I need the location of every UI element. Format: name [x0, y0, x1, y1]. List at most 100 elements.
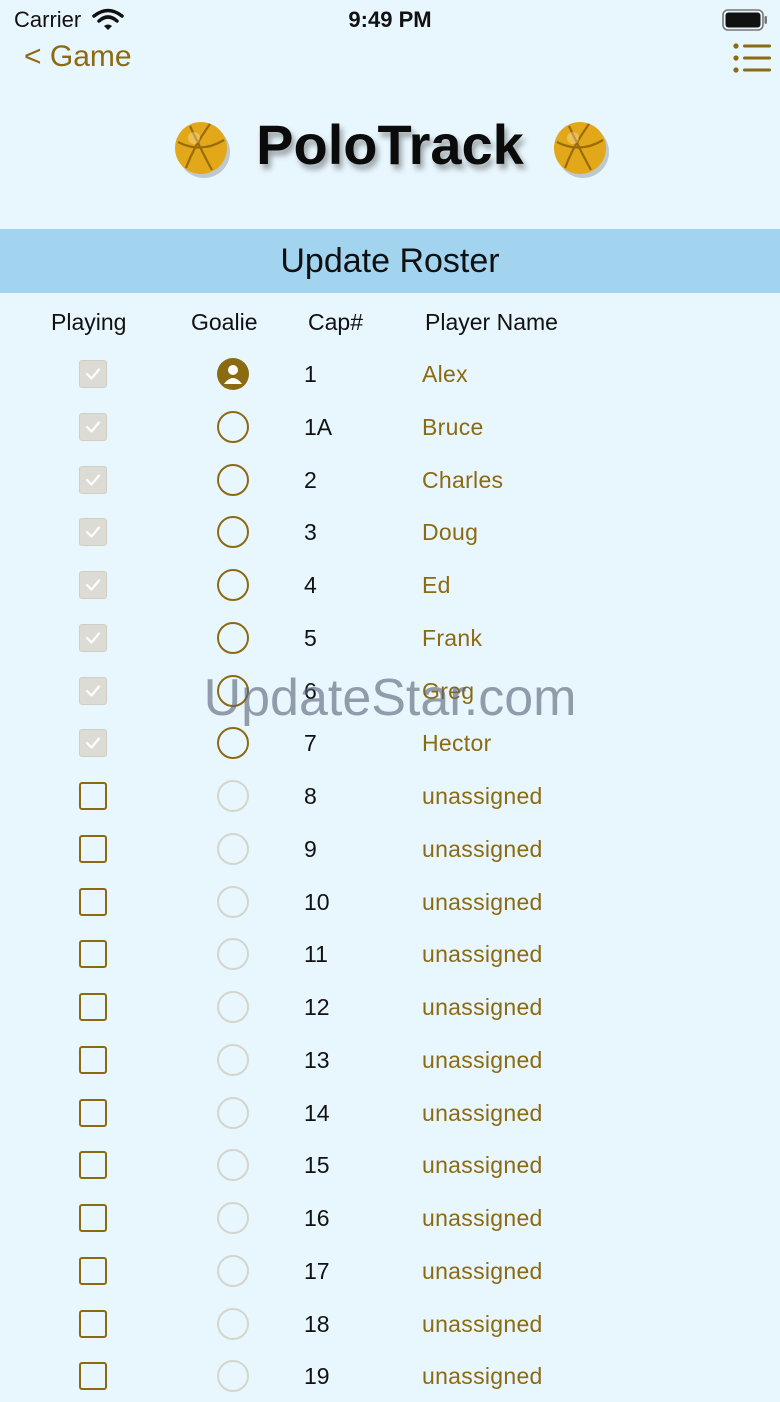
player-name[interactable]: Ed: [422, 572, 451, 599]
cap-number: 2: [304, 466, 317, 493]
list-icon[interactable]: [732, 42, 772, 79]
column-header-player-name: Player Name: [425, 309, 558, 335]
cap-number: 15: [304, 1152, 330, 1179]
goalie-radio[interactable]: [217, 569, 249, 601]
player-name[interactable]: Hector: [422, 730, 492, 757]
playing-checkbox[interactable]: [79, 1045, 107, 1074]
goalie-radio[interactable]: [217, 674, 249, 707]
goalie-radio[interactable]: [217, 938, 249, 971]
cap-number: 19: [304, 1363, 330, 1390]
playing-checkbox[interactable]: [79, 1362, 107, 1391]
goalie-radio[interactable]: [217, 727, 249, 760]
water-polo-ball-icon: [551, 118, 611, 183]
playing-checkbox[interactable]: [79, 676, 107, 705]
cap-number: 14: [304, 1099, 330, 1126]
goalie-radio[interactable]: [217, 516, 249, 549]
player-name[interactable]: unassigned: [422, 1100, 543, 1127]
player-name[interactable]: unassigned: [422, 1363, 543, 1390]
playing-checkbox[interactable]: [79, 782, 107, 810]
playing-checkbox[interactable]: [79, 729, 107, 758]
playing-checkbox[interactable]: [79, 465, 107, 494]
playing-checkbox[interactable]: [79, 1151, 107, 1180]
roster-row: 16 unassigned: [0, 1192, 780, 1244]
goalie-radio[interactable]: [217, 991, 249, 1023]
player-name[interactable]: Greg: [422, 678, 474, 705]
playing-checkbox[interactable]: [79, 1256, 107, 1285]
goalie-radio[interactable]: [217, 463, 249, 496]
cap-number: 11: [304, 941, 328, 968]
cap-number: 17: [304, 1257, 330, 1284]
section-header: Update Roster: [0, 229, 780, 293]
goalie-radio[interactable]: [217, 1307, 249, 1340]
goalie-radio[interactable]: [217, 1096, 249, 1129]
player-name[interactable]: unassigned: [422, 1311, 543, 1338]
goalie-radio[interactable]: [217, 1360, 249, 1393]
player-name[interactable]: unassigned: [422, 1152, 543, 1179]
playing-checkbox[interactable]: [79, 360, 107, 388]
player-name[interactable]: Bruce: [422, 414, 484, 441]
battery-icon: [722, 9, 768, 36]
player-name[interactable]: Alex: [422, 361, 468, 388]
goalie-radio[interactable]: [217, 885, 249, 918]
cap-number: 10: [304, 888, 330, 915]
roster-row: 14 unassigned: [0, 1087, 780, 1139]
roster-row: 11 unassigned: [0, 928, 780, 980]
player-name[interactable]: unassigned: [422, 1047, 543, 1074]
roster-row: 7 Hector: [0, 717, 780, 769]
status-bar: Carrier 9:49 PM: [0, 0, 780, 40]
cap-number: 12: [304, 994, 330, 1020]
cap-number: 8: [304, 783, 317, 809]
goalie-radio[interactable]: [217, 621, 249, 654]
cap-number: 5: [304, 624, 317, 651]
playing-checkbox[interactable]: [79, 623, 107, 652]
back-to-game-button[interactable]: < Game: [24, 40, 132, 74]
playing-checkbox[interactable]: [79, 571, 107, 599]
player-name[interactable]: Doug: [422, 519, 478, 546]
playing-checkbox[interactable]: [79, 518, 107, 547]
cap-number: 7: [304, 730, 317, 757]
goalie-radio[interactable]: [217, 1149, 249, 1182]
roster-row: 17 unassigned: [0, 1245, 780, 1297]
player-name[interactable]: Frank: [422, 625, 482, 652]
player-name[interactable]: Charles: [422, 467, 503, 494]
player-name[interactable]: unassigned: [422, 994, 543, 1021]
goalie-radio[interactable]: [217, 1043, 249, 1076]
cap-number: 9: [304, 835, 317, 862]
playing-checkbox[interactable]: [79, 940, 107, 969]
goalie-radio[interactable]: [217, 780, 249, 812]
goalie-radio[interactable]: [217, 832, 249, 865]
section-title: Update Roster: [280, 242, 500, 280]
cap-number: 6: [304, 677, 317, 704]
roster-row: 5 Frank: [0, 612, 780, 664]
roster-row: 1A Bruce: [0, 401, 780, 453]
roster-row: 8 unassigned: [0, 770, 780, 822]
goalie-radio[interactable]: [217, 1254, 249, 1287]
player-name[interactable]: unassigned: [422, 941, 543, 968]
playing-checkbox[interactable]: [79, 887, 107, 916]
roster-row: 1 Alex: [0, 348, 780, 400]
playing-checkbox[interactable]: [79, 1309, 107, 1338]
goalie-radio[interactable]: [217, 1202, 249, 1234]
playing-checkbox[interactable]: [79, 1204, 107, 1232]
roster-row: 18 unassigned: [0, 1298, 780, 1350]
app-title: PoloTrack: [256, 113, 524, 176]
player-name[interactable]: unassigned: [422, 1258, 543, 1285]
roster-row: 4 Ed: [0, 559, 780, 611]
player-name[interactable]: unassigned: [422, 1205, 543, 1232]
playing-checkbox[interactable]: [79, 834, 107, 863]
roster-row: 10 unassigned: [0, 876, 780, 928]
playing-checkbox[interactable]: [79, 412, 107, 441]
roster-row: 12 unassigned: [0, 981, 780, 1033]
cap-number: 4: [304, 572, 317, 598]
playing-checkbox[interactable]: [79, 1098, 107, 1127]
status-time: 9:49 PM: [348, 7, 432, 32]
roster-row: 2 Charles: [0, 454, 780, 506]
goalie-radio[interactable]: [217, 358, 249, 390]
player-name[interactable]: unassigned: [422, 836, 543, 863]
cap-number: 16: [304, 1205, 330, 1231]
player-name[interactable]: unassigned: [422, 889, 543, 916]
goalie-radio[interactable]: [217, 410, 249, 443]
cap-number: 1: [304, 361, 317, 387]
player-name[interactable]: unassigned: [422, 783, 543, 810]
playing-checkbox[interactable]: [79, 993, 107, 1021]
